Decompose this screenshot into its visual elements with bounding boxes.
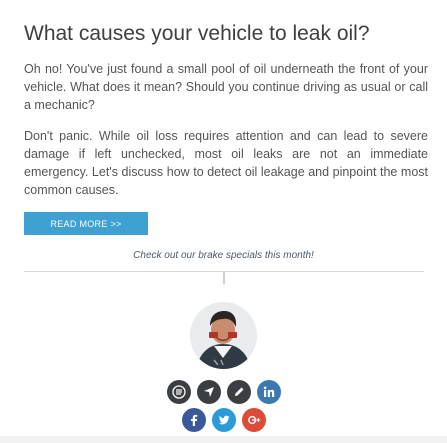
footer-strip xyxy=(0,436,447,443)
pencil-icon[interactable] xyxy=(226,380,251,404)
article-paragraph-1: Oh no! You've just found a small pool of… xyxy=(24,62,428,112)
linkedin-icon[interactable] xyxy=(256,380,281,404)
article-title[interactable]: What causes your vehicle to leak oil? xyxy=(24,20,434,48)
article-card: What causes your vehicle to leak oil? Oh… xyxy=(0,0,447,443)
blog-icon[interactable] xyxy=(166,380,191,404)
author-links xyxy=(0,380,447,404)
divider-pointer xyxy=(223,272,225,284)
social-share xyxy=(0,408,447,432)
read-more-button[interactable]: READ MORE >> xyxy=(24,212,148,235)
author-avatar-photo xyxy=(190,302,257,369)
facebook-icon[interactable] xyxy=(181,408,206,432)
location-pin-icon[interactable] xyxy=(196,380,221,404)
google-plus-icon[interactable] xyxy=(241,408,266,432)
twitter-icon[interactable] xyxy=(211,408,236,432)
author-avatar[interactable] xyxy=(190,302,257,369)
brake-specials-link[interactable]: Check out our brake specials this month! xyxy=(0,250,447,261)
article-paragraph-2: Don't panic. While oil loss requires att… xyxy=(24,129,428,197)
